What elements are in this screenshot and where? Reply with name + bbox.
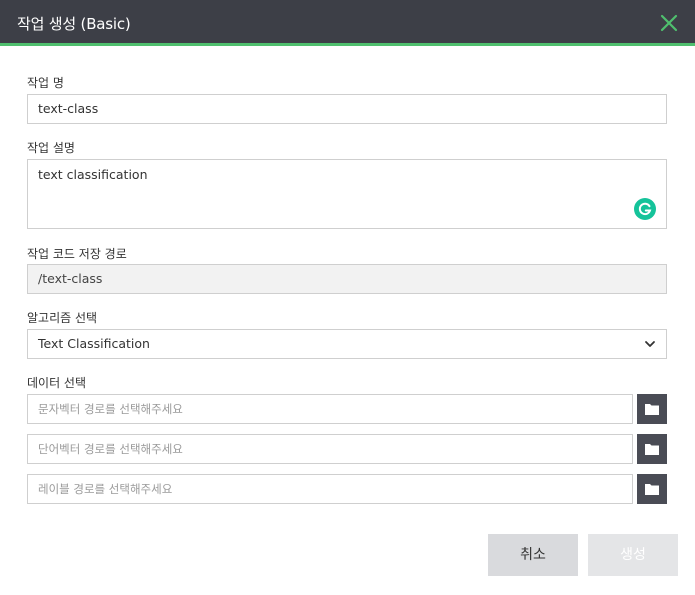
word-vector-path-input[interactable]: 단어벡터 경로를 선택해주세요 xyxy=(27,434,633,464)
job-name-input[interactable]: text-class xyxy=(27,94,667,124)
chevron-down-icon xyxy=(645,341,655,347)
folder-icon xyxy=(645,404,659,415)
job-description-textarea[interactable]: text classification xyxy=(27,159,667,229)
word-vector-browse-button[interactable] xyxy=(637,434,667,464)
label-path-input[interactable]: 레이블 경로를 선택해주세요 xyxy=(27,474,633,504)
char-vector-path-input[interactable]: 문자벡터 경로를 선택해주세요 xyxy=(27,394,633,424)
code-path-field: /text-class xyxy=(27,264,667,294)
job-description-value: text classification xyxy=(38,167,148,182)
code-path-label: 작업 코드 저장 경로 xyxy=(27,247,127,261)
algorithm-label: 알고리즘 선택 xyxy=(27,311,98,325)
algorithm-selected-value: Text Classification xyxy=(38,336,150,351)
folder-icon xyxy=(645,444,659,455)
grammarly-icon[interactable] xyxy=(634,198,656,220)
data-select-label: 데이터 선택 xyxy=(27,376,87,390)
label-browse-button[interactable] xyxy=(637,474,667,504)
create-button[interactable]: 생성 xyxy=(588,534,678,576)
algorithm-select[interactable]: Text Classification xyxy=(27,329,667,359)
job-description-label: 작업 설명 xyxy=(27,141,75,155)
job-name-label: 작업 명 xyxy=(27,76,64,90)
folder-icon xyxy=(645,484,659,495)
char-vector-browse-button[interactable] xyxy=(637,394,667,424)
close-icon[interactable] xyxy=(659,13,679,33)
cancel-button[interactable]: 취소 xyxy=(488,534,578,576)
dialog-title: 작업 생성 (Basic) xyxy=(17,15,131,33)
dialog-header: 작업 생성 (Basic) xyxy=(0,0,695,46)
